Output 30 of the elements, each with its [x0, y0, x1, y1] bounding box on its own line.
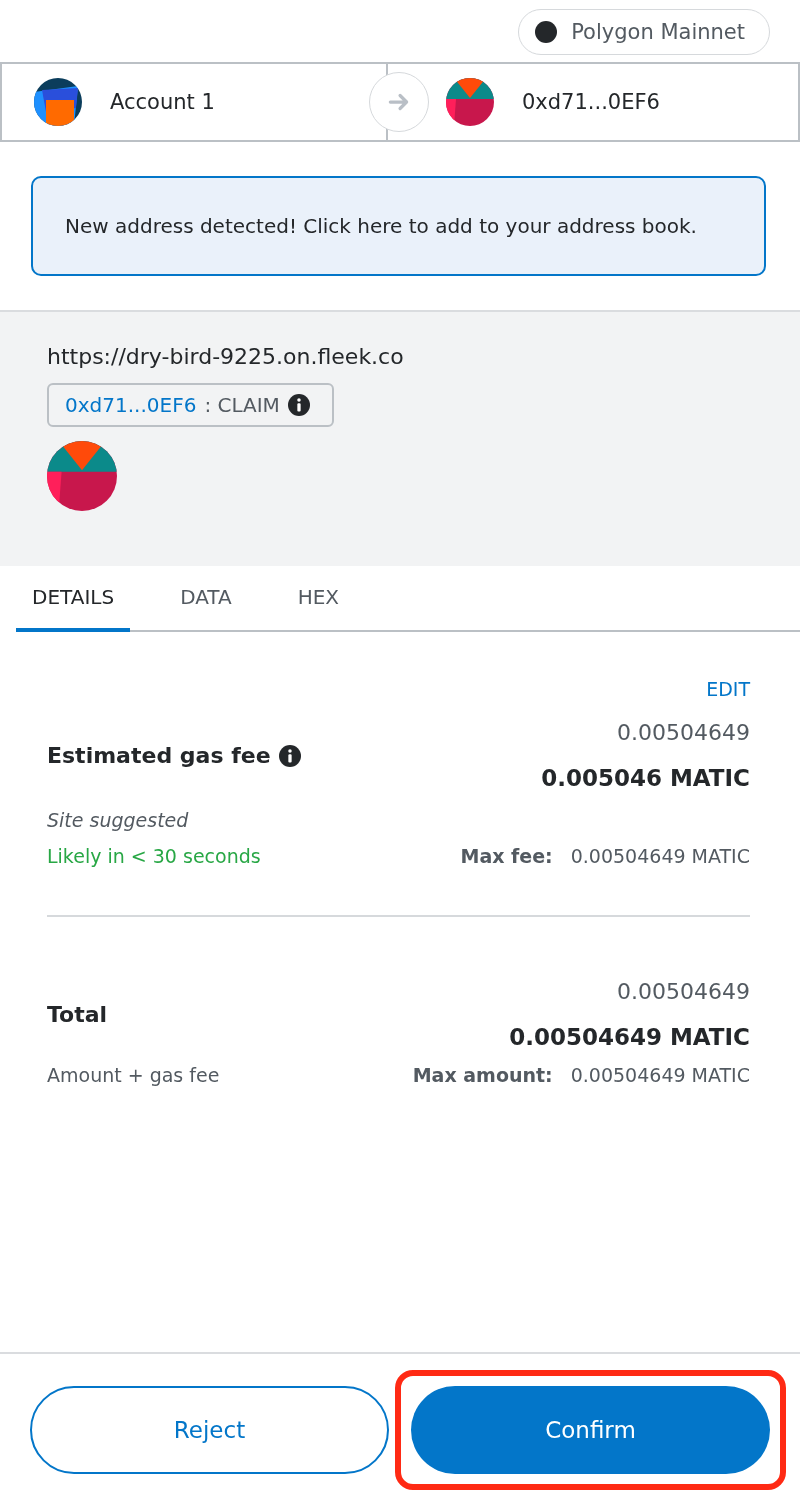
edit-link[interactable]: EDIT: [706, 678, 750, 700]
total-secondary: 0.00504649: [616, 979, 750, 1004]
network-dot-icon: [535, 21, 558, 43]
total-note: Amount + gas fee: [47, 1064, 220, 1086]
max-fee-value: 0.00504649 MATIC: [570, 845, 750, 867]
total-label: Total: [47, 1002, 108, 1027]
tab[interactable]: DATA: [164, 566, 248, 632]
confirm-button[interactable]: Confirm: [411, 1386, 770, 1474]
gas-timing: Likely in < 30 seconds: [47, 845, 261, 867]
max-fee-label: Max fee:: [460, 845, 553, 867]
info-icon[interactable]: [278, 744, 301, 767]
account-name: Account 1: [110, 90, 215, 114]
tab[interactable]: HEX: [281, 566, 356, 632]
account-avatar: [34, 78, 82, 126]
contract-address-link[interactable]: 0xd71...0EF6: [65, 393, 197, 417]
address-alert[interactable]: New address detected! Click here to add to your address book.: [31, 176, 766, 276]
gas-source: Site suggested: [47, 809, 190, 831]
recipient-address: 0xd71...0EF6: [522, 90, 660, 114]
total-primary: 0.00504649 MATIC: [509, 1024, 750, 1050]
max-amount-value: 0.00504649 MATIC: [570, 1064, 750, 1086]
site-origin: https://dry-bird-9225.on.fleek.co: [47, 344, 404, 369]
reject-button[interactable]: Reject: [30, 1386, 389, 1474]
method-name: : CLAIM: [204, 393, 280, 417]
gas-fee-primary: 0.005046 MATIC: [541, 765, 750, 791]
tab[interactable]: DETAILS: [16, 566, 131, 632]
gas-fee-label: Estimated gas fee: [47, 743, 271, 768]
recipient-avatar: [446, 78, 494, 126]
gas-fee-secondary: 0.00504649: [616, 720, 750, 745]
max-amount-label: Max amount:: [412, 1064, 553, 1086]
info-icon[interactable]: [287, 394, 310, 416]
